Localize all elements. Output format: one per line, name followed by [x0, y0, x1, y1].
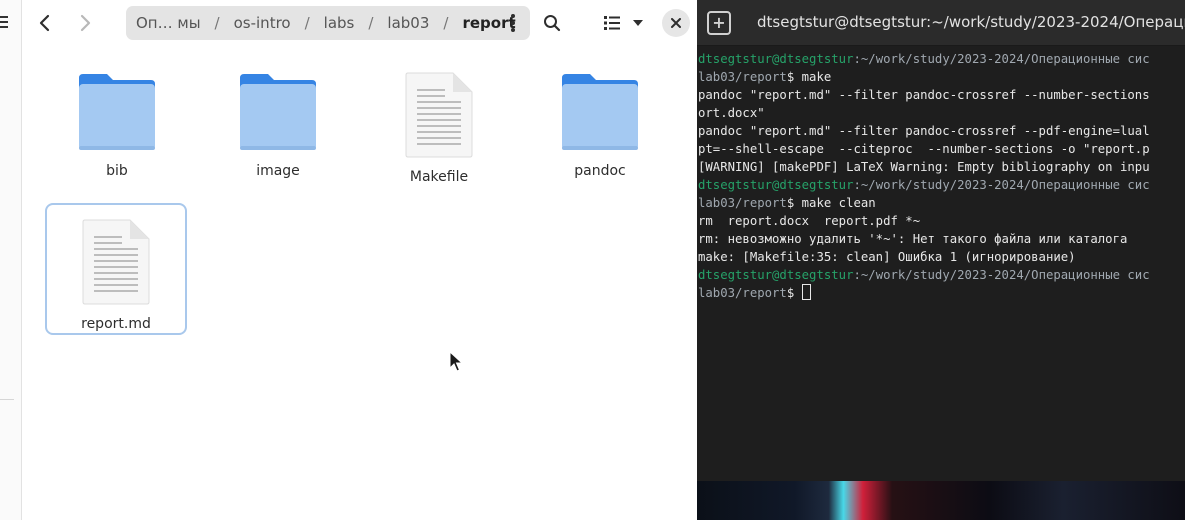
terminal-text: rm report.docx report.pdf *~ [698, 214, 921, 228]
prompt-user: dtsegtstur@dtsegtstur [698, 52, 854, 66]
close-window-button[interactable] [662, 9, 690, 37]
grid-item-pandoc[interactable]: pandoc [529, 46, 671, 179]
text-file-icon [82, 219, 150, 305]
item-label: report.md [81, 316, 151, 332]
folder-icon [562, 74, 638, 150]
breadcrumb-separator: / [214, 14, 220, 32]
desktop: Оп… мы / os-intro / labs / lab03 / repor… [0, 0, 1185, 520]
close-icon [671, 18, 681, 28]
prompt-path: lab03/report [698, 70, 787, 84]
terminal-line: lab03/report$ make [698, 68, 1185, 86]
terminal-line: rm: невозможно удалить '*~': Нет такого … [698, 230, 1185, 248]
terminal-line: dtsegtstur@dtsegtstur:~/work/study/2023-… [698, 50, 1185, 68]
terminal-text: rm: невозможно удалить '*~': Нет такого … [698, 232, 1128, 246]
file-grid: bib image Makefile pandoc report.md [22, 46, 697, 520]
plus-icon: + [712, 13, 726, 32]
folder-icon [79, 74, 155, 150]
breadcrumb-separator: / [368, 14, 374, 32]
view-options-dropdown[interactable] [628, 6, 648, 40]
breadcrumb-item[interactable]: Оп… мы [128, 14, 209, 32]
terminal-line: lab03/report$ [698, 284, 1185, 302]
terminal-text: pandoc "report.md" --filter pandoc-cross… [698, 88, 1150, 102]
grid-item-bib[interactable]: bib [46, 46, 188, 179]
path-menu-icon[interactable] [502, 12, 524, 34]
terminal-text: $ make clean [786, 196, 876, 210]
new-tab-button[interactable]: + [707, 11, 731, 35]
terminal-text: ort.docx" [698, 106, 765, 120]
text-file-icon [405, 72, 473, 158]
terminal-text: make: [Makefile:35: clean] Ошибка 1 (игн… [698, 250, 1076, 264]
terminal-line: pt=--shell-escape --citeproc --number-se… [698, 140, 1185, 158]
prompt-path: :~/work/study/2023-2024/Операционные сис [853, 268, 1150, 282]
terminal-line: pandoc "report.md" --filter pandoc-cross… [698, 86, 1185, 104]
breadcrumb-item[interactable]: labs [316, 14, 363, 32]
terminal-text: $ make [786, 70, 832, 84]
terminal-text: pt=--shell-escape --citeproc --number-se… [698, 142, 1150, 156]
chevron-left-icon [39, 14, 50, 32]
forward-button[interactable] [68, 6, 102, 40]
grid-item-report-md[interactable]: report.md [45, 203, 187, 335]
terminal-line: rm report.docx report.pdf *~ [698, 212, 1185, 230]
mouse-pointer-icon [449, 351, 463, 372]
terminal-line: dtsegtstur@dtsegtstur:~/work/study/2023-… [698, 176, 1185, 194]
terminal-line: pandoc "report.md" --filter pandoc-cross… [698, 122, 1185, 140]
prompt-path: :~/work/study/2023-2024/Операционные сис [853, 178, 1150, 192]
terminal-text: $ [786, 286, 802, 300]
terminal-output[interactable]: dtsegtstur@dtsegtstur:~/work/study/2023-… [698, 50, 1185, 302]
breadcrumb-separator: / [304, 14, 310, 32]
list-view-icon [604, 16, 620, 30]
chevron-right-icon [80, 14, 91, 32]
item-label: image [256, 163, 300, 179]
terminal-line: make: [Makefile:35: clean] Ошибка 1 (игн… [698, 248, 1185, 266]
item-label: Makefile [409, 169, 469, 185]
view-mode-button[interactable] [598, 6, 626, 40]
sidebar-edge [0, 0, 22, 520]
triangle-down-icon [633, 20, 643, 26]
prompt-user: dtsegtstur@dtsegtstur [698, 268, 854, 282]
folder-icon [240, 74, 316, 150]
breadcrumb: Оп… мы / os-intro / labs / lab03 / repor… [126, 6, 530, 40]
sidebar-divider [0, 399, 14, 400]
item-label: pandoc [574, 163, 626, 179]
search-icon [544, 15, 561, 32]
terminal-title: dtsegtstur@dtsegtstur:~/work/study/2023-… [757, 13, 1185, 31]
prompt-path: lab03/report [698, 286, 787, 300]
terminal-line: lab03/report$ make clean [698, 194, 1185, 212]
sidebar-menu-icon[interactable] [0, 16, 8, 28]
back-button[interactable] [28, 6, 62, 40]
terminal-text: [WARNING] [makePDF] LaTeX Warning: Empty… [698, 160, 1150, 174]
terminal-window: + dtsegtstur@dtsegtstur:~/work/study/202… [697, 0, 1185, 520]
terminal-line: dtsegtstur@dtsegtstur:~/work/study/2023-… [698, 266, 1185, 284]
file-manager-window: Оп… мы / os-intro / labs / lab03 / repor… [0, 0, 697, 520]
grid-item-image[interactable]: image [207, 46, 349, 179]
terminal-line: [WARNING] [makePDF] LaTeX Warning: Empty… [698, 158, 1185, 176]
terminal-header: + dtsegtstur@dtsegtstur:~/work/study/202… [697, 0, 1185, 46]
prompt-path: :~/work/study/2023-2024/Операционные сис [853, 52, 1150, 66]
prompt-path: lab03/report [698, 196, 787, 210]
terminal-cursor [801, 284, 811, 300]
prompt-user: dtsegtstur@dtsegtstur [698, 178, 854, 192]
terminal-text: pandoc "report.md" --filter pandoc-cross… [698, 124, 1150, 138]
search-button[interactable] [535, 6, 569, 40]
header-bar: Оп… мы / os-intro / labs / lab03 / repor… [22, 0, 697, 46]
desktop-wallpaper [697, 481, 1185, 520]
breadcrumb-item[interactable]: lab03 [379, 14, 437, 32]
terminal-line: ort.docx" [698, 104, 1185, 122]
breadcrumb-separator: / [443, 14, 449, 32]
item-label: bib [106, 163, 128, 179]
breadcrumb-item[interactable]: os-intro [226, 14, 299, 32]
grid-item-makefile[interactable]: Makefile [368, 46, 510, 185]
